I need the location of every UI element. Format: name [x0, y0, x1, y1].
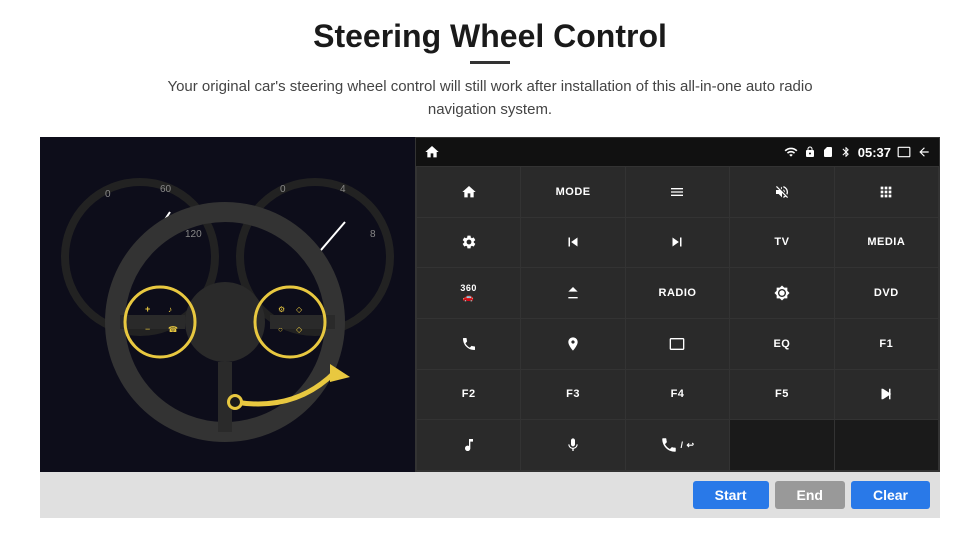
btn-empty-1 — [730, 420, 833, 470]
btn-radio[interactable]: RADIO — [626, 268, 729, 318]
btn-music[interactable] — [417, 420, 520, 470]
button-grid: MODE TV — [416, 166, 939, 471]
btn-tv[interactable]: TV — [730, 218, 833, 268]
btn-media[interactable]: MEDIA — [835, 218, 938, 268]
btn-mute[interactable] — [730, 167, 833, 217]
btn-eject[interactable] — [521, 268, 624, 318]
content-row: 0 60 120 0 4 8 + ♪ − — [40, 137, 940, 472]
svg-text:8: 8 — [370, 229, 376, 240]
btn-f4[interactable]: F4 — [626, 370, 729, 420]
svg-text:⚙: ⚙ — [278, 305, 285, 314]
home-status-icon — [424, 144, 440, 160]
svg-text:4: 4 — [340, 184, 346, 195]
start-button[interactable]: Start — [693, 481, 769, 509]
svg-text:120: 120 — [185, 229, 202, 240]
svg-text:☎: ☎ — [168, 325, 178, 334]
btn-brightness[interactable] — [730, 268, 833, 318]
svg-text:◇: ◇ — [296, 305, 303, 314]
btn-f2[interactable]: F2 — [417, 370, 520, 420]
bottom-bar: Start End Clear — [40, 472, 940, 518]
btn-screen[interactable] — [626, 319, 729, 369]
btn-f3[interactable]: F3 — [521, 370, 624, 420]
radio-panel: 05:37 MODE — [415, 137, 940, 472]
svg-text:0: 0 — [105, 189, 111, 200]
status-bar: 05:37 — [416, 138, 939, 166]
btn-playpause[interactable] — [835, 370, 938, 420]
btn-apps[interactable] — [835, 167, 938, 217]
svg-text:0: 0 — [280, 184, 286, 195]
page-subtitle: Your original car's steering wheel contr… — [140, 76, 840, 121]
status-left — [424, 144, 440, 160]
status-right: 05:37 — [784, 145, 931, 160]
sim-icon — [822, 146, 834, 158]
title-divider — [470, 61, 510, 64]
svg-text:60: 60 — [160, 184, 172, 195]
svg-text:♪: ♪ — [168, 305, 172, 314]
svg-text:○: ○ — [278, 325, 283, 334]
svg-text:+: + — [145, 304, 150, 314]
wifi-icon — [784, 145, 798, 159]
btn-phone[interactable] — [417, 319, 520, 369]
btn-mode[interactable]: MODE — [521, 167, 624, 217]
lock-icon — [804, 146, 816, 158]
svg-text:−: − — [145, 324, 150, 334]
main-page: Steering Wheel Control Your original car… — [0, 0, 980, 544]
btn-f1[interactable]: F1 — [835, 319, 938, 369]
btn-dvd[interactable]: DVD — [835, 268, 938, 318]
back-icon — [917, 145, 931, 159]
btn-settings[interactable] — [417, 218, 520, 268]
btn-f5[interactable]: F5 — [730, 370, 833, 420]
btn-rewind[interactable] — [521, 218, 624, 268]
btn-answer[interactable]: / ↩ — [626, 420, 729, 470]
dashboard-svg: 0 60 120 0 4 8 + ♪ − — [40, 137, 415, 472]
clear-button[interactable]: Clear — [851, 481, 930, 509]
end-button[interactable]: End — [775, 481, 845, 509]
btn-mic[interactable] — [521, 420, 624, 470]
btn-360cam[interactable]: 360🚗 — [417, 268, 520, 318]
svg-text:◇: ◇ — [296, 325, 303, 334]
btn-empty-2 — [835, 420, 938, 470]
page-title: Steering Wheel Control — [313, 18, 667, 55]
btn-eq[interactable]: EQ — [730, 319, 833, 369]
btn-forward[interactable] — [626, 218, 729, 268]
steering-wheel-image: 0 60 120 0 4 8 + ♪ − — [40, 137, 415, 472]
btn-menu[interactable] — [626, 167, 729, 217]
btn-home[interactable] — [417, 167, 520, 217]
btn-nav[interactable] — [521, 319, 624, 369]
status-time: 05:37 — [858, 145, 891, 160]
screen-icon — [897, 145, 911, 159]
bluetooth-icon — [840, 146, 852, 158]
